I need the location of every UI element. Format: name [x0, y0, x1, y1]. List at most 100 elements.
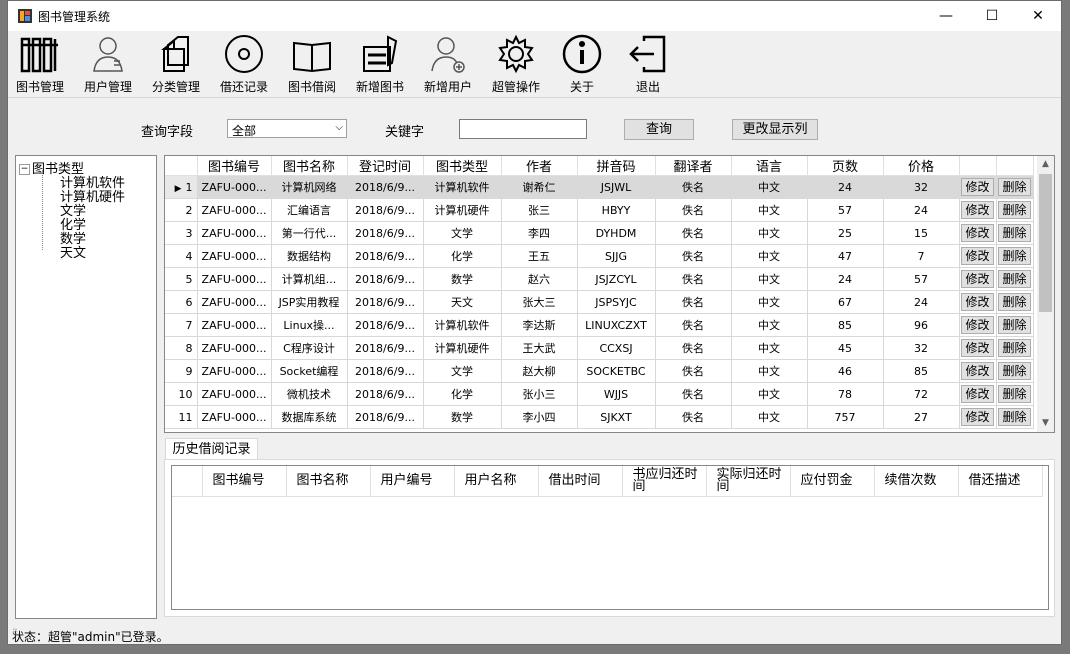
toolbar-button-user[interactable]: 用户管理	[76, 33, 140, 95]
table-cell[interactable]: 中文	[730, 359, 808, 383]
table-row[interactable]: 5 ZAFU-000... 计算机组... 2018/6/9... 数学 赵六 JSJZCY…	[165, 267, 1034, 291]
table-cell[interactable]: 佚名	[654, 175, 732, 199]
table-cell[interactable]: 中文	[730, 221, 808, 245]
table-cell[interactable]: 96	[882, 313, 960, 337]
table-row[interactable]: 9 ZAFU-000... Socket编程 2018/6/9... 文学 赵大柳 SOCK…	[165, 359, 1034, 383]
row-header[interactable]: 11	[165, 405, 198, 429]
table-cell[interactable]: 第一行代...	[270, 221, 348, 245]
history-column-header[interactable]: 书应归还时间	[622, 466, 707, 497]
maximize-button[interactable]: ☐	[969, 1, 1015, 31]
tree-item[interactable]: 天文	[60, 242, 86, 261]
table-cell[interactable]: SJJG	[576, 244, 656, 268]
table-cell[interactable]: 2018/6/9...	[346, 405, 424, 429]
table-cell[interactable]: 张三	[500, 198, 578, 222]
table-cell[interactable]: 24	[806, 175, 884, 199]
table-cell[interactable]: 李小四	[500, 405, 578, 429]
history-column-header[interactable]: 借还描述	[958, 466, 1043, 497]
table-cell[interactable]: ZAFU-000...	[196, 313, 272, 337]
row-header[interactable]: 6	[165, 290, 198, 314]
table-cell[interactable]: 佚名	[654, 198, 732, 222]
edit-button[interactable]: 修改	[961, 224, 994, 242]
table-cell[interactable]: 67	[806, 290, 884, 314]
history-column-header[interactable]: 借出时间	[538, 466, 623, 497]
delete-button[interactable]: 删除	[998, 362, 1031, 380]
table-row[interactable]: 4 ZAFU-000... 数据结构 2018/6/9... 化学 王五 SJJG 佚名 中文 4…	[165, 244, 1034, 268]
table-cell[interactable]: JSJZCYL	[576, 267, 656, 291]
table-cell[interactable]: 数据结构	[270, 244, 348, 268]
table-cell[interactable]: 45	[806, 336, 884, 360]
table-row[interactable]: 11 ZAFU-000... 数据库系统 2018/6/9... 数学 李小四 SJKXT 佚…	[165, 405, 1034, 429]
table-cell[interactable]: ZAFU-000...	[196, 359, 272, 383]
table-cell[interactable]: 7	[882, 244, 960, 268]
delete-button[interactable]: 删除	[998, 224, 1031, 242]
grid-vertical-scrollbar[interactable]: ▲ ▼	[1037, 156, 1054, 432]
table-cell[interactable]: 计算机网络	[270, 175, 348, 199]
table-row[interactable]: 3 ZAFU-000... 第一行代... 2018/6/9... 文学 李四 DYHDM 佚…	[165, 221, 1034, 245]
table-cell[interactable]: 佚名	[654, 382, 732, 406]
table-cell[interactable]: 2018/6/9...	[346, 221, 424, 245]
row-header[interactable]: 10	[165, 382, 198, 406]
table-cell[interactable]: 2018/6/9...	[346, 267, 424, 291]
column-header[interactable]: 登记时间	[347, 156, 424, 176]
table-cell[interactable]: 数学	[422, 267, 502, 291]
history-column-header[interactable]: 应付罚金	[790, 466, 875, 497]
table-cell[interactable]: ZAFU-000...	[196, 198, 272, 222]
delete-button[interactable]: 删除	[998, 247, 1031, 265]
tab-history[interactable]: 历史借阅记录	[165, 438, 258, 460]
table-cell[interactable]: ZAFU-000...	[196, 336, 272, 360]
table-cell[interactable]: 24	[882, 198, 960, 222]
table-cell[interactable]: 计算机软件	[422, 313, 502, 337]
column-header[interactable]: 图书名称	[271, 156, 348, 176]
delete-button[interactable]: 删除	[998, 316, 1031, 334]
table-cell[interactable]: DYHDM	[576, 221, 656, 245]
collapse-icon[interactable]: −	[19, 164, 30, 175]
edit-button[interactable]: 修改	[961, 385, 994, 403]
history-column-header[interactable]: 用户编号	[370, 466, 455, 497]
table-cell[interactable]: 2018/6/9...	[346, 382, 424, 406]
table-cell[interactable]: 中文	[730, 313, 808, 337]
edit-button[interactable]: 修改	[961, 247, 994, 265]
table-cell[interactable]: 佚名	[654, 405, 732, 429]
table-cell[interactable]: 佚名	[654, 244, 732, 268]
delete-button[interactable]: 删除	[998, 178, 1031, 196]
minimize-button[interactable]: —	[923, 1, 969, 31]
resize-grip-icon[interactable]: ⠿	[12, 628, 1058, 642]
table-cell[interactable]: 计算机硬件	[422, 336, 502, 360]
table-cell[interactable]: JSP实用教程	[270, 290, 348, 314]
search-button[interactable]: 查询	[624, 119, 694, 140]
column-header[interactable]: 图书编号	[197, 156, 272, 176]
table-cell[interactable]: 32	[882, 336, 960, 360]
delete-button[interactable]: 删除	[998, 293, 1031, 311]
table-cell[interactable]: 中文	[730, 267, 808, 291]
table-cell[interactable]: 谢希仁	[500, 175, 578, 199]
table-cell[interactable]: 王大武	[500, 336, 578, 360]
delete-button[interactable]: 删除	[998, 339, 1031, 357]
table-cell[interactable]: 2018/6/9...	[346, 198, 424, 222]
query-field-select[interactable]: 全部 ⌵	[227, 119, 347, 138]
table-cell[interactable]: JSJWL	[576, 175, 656, 199]
toolbar-button-add-book[interactable]: 新增图书	[348, 33, 412, 95]
table-cell[interactable]: ZAFU-000...	[196, 290, 272, 314]
table-cell[interactable]: 中文	[730, 405, 808, 429]
row-header[interactable]: 4	[165, 244, 198, 268]
table-cell[interactable]: 中文	[730, 290, 808, 314]
table-cell[interactable]: 张小三	[500, 382, 578, 406]
table-cell[interactable]: 中文	[730, 175, 808, 199]
table-cell[interactable]: 27	[882, 405, 960, 429]
table-cell[interactable]: 佚名	[654, 221, 732, 245]
edit-button[interactable]: 修改	[961, 293, 994, 311]
table-cell[interactable]: WJJS	[576, 382, 656, 406]
edit-button[interactable]: 修改	[961, 362, 994, 380]
table-cell[interactable]: Linux操...	[270, 313, 348, 337]
column-header[interactable]: 拼音码	[577, 156, 656, 176]
edit-button[interactable]: 修改	[961, 408, 994, 426]
row-header[interactable]: 8	[165, 336, 198, 360]
table-cell[interactable]: 2018/6/9...	[346, 359, 424, 383]
table-cell[interactable]: 2018/6/9...	[346, 175, 424, 199]
table-cell[interactable]: SOCKETBC	[576, 359, 656, 383]
history-column-header[interactable]: 图书编号	[202, 466, 287, 497]
toolbar-button-books[interactable]: 图书管理	[8, 33, 72, 95]
table-cell[interactable]: 佚名	[654, 290, 732, 314]
row-header[interactable]: 9	[165, 359, 198, 383]
table-row[interactable]: 8 ZAFU-000... C程序设计 2018/6/9... 计算机硬件 王大武 CCXS…	[165, 336, 1034, 360]
